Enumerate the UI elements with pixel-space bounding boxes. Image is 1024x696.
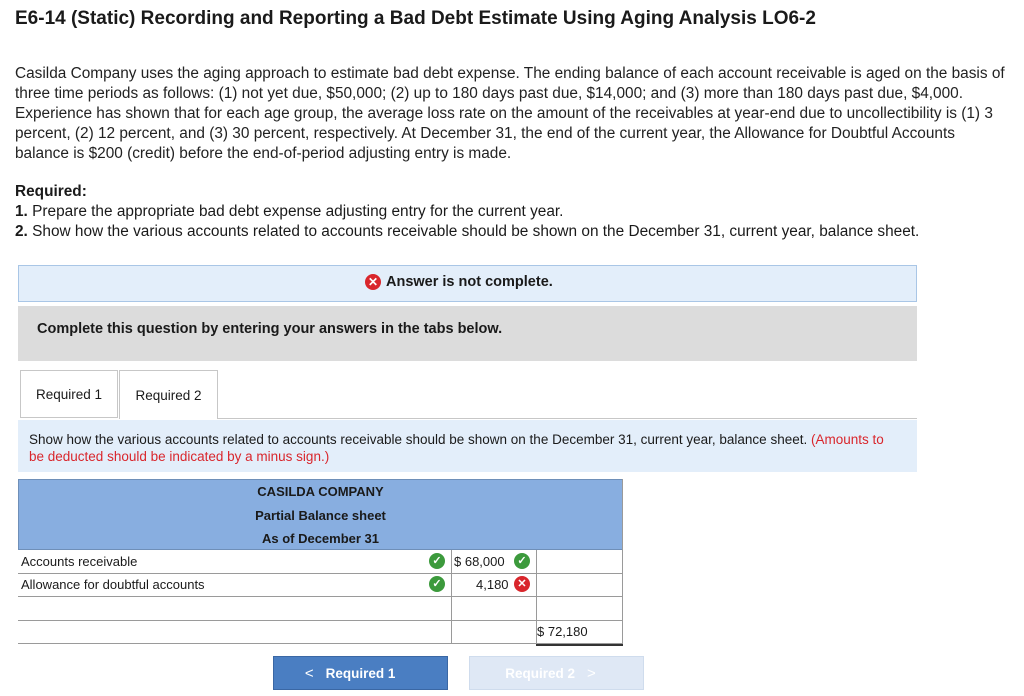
instruction-box: Show how the various accounts related to… bbox=[18, 420, 917, 472]
complete-question-text: Complete this question by entering your … bbox=[37, 321, 503, 337]
required-item-1: 1. Prepare the appropriate bad debt expe… bbox=[15, 203, 563, 221]
required-item-number: 2. bbox=[15, 223, 28, 240]
x-circle-icon: ✕ bbox=[365, 274, 381, 290]
check-icon: ✓ bbox=[429, 576, 445, 592]
company-name: CASILDA COMPANY bbox=[257, 484, 384, 499]
banner-text: Answer is not complete. bbox=[386, 274, 553, 290]
next-button-label: Required 2 bbox=[505, 665, 575, 681]
tab-divider bbox=[218, 418, 917, 419]
check-icon: ✓ bbox=[429, 553, 445, 569]
amount-input[interactable]: 4,180 bbox=[476, 577, 509, 592]
required-heading: Required: bbox=[15, 183, 87, 200]
column-divider bbox=[451, 550, 452, 644]
table-row: Accounts receivable bbox=[18, 550, 623, 573]
row-label: Allowance for doubtful accounts bbox=[21, 577, 205, 592]
statement-name: Partial Balance sheet bbox=[255, 507, 386, 523]
x-circle-icon: ✕ bbox=[514, 576, 530, 592]
table-row[interactable] bbox=[18, 596, 623, 619]
chevron-right-icon: > bbox=[587, 664, 596, 682]
prev-button[interactable]: < Required 1 > bbox=[273, 656, 448, 690]
total-underline bbox=[536, 644, 623, 646]
status-banner: ✕ Answer is not complete. bbox=[18, 265, 917, 302]
table-row: Allowance for doubtful accounts bbox=[18, 573, 623, 596]
page-title: E6-14 (Static) Recording and Reporting a… bbox=[15, 8, 816, 29]
table-row bbox=[18, 620, 623, 643]
problem-text: Casilda Company uses the aging approach … bbox=[15, 65, 1005, 162]
required-item-text: Show how the various accounts related to… bbox=[32, 223, 920, 240]
column-divider bbox=[622, 479, 623, 644]
tab-required-2[interactable]: Required 2 bbox=[119, 370, 218, 419]
balance-sheet-table: CASILDA COMPANY Partial Balance sheet As… bbox=[18, 479, 623, 649]
column-divider bbox=[536, 550, 537, 644]
next-button[interactable]: Required 2 > bbox=[469, 656, 644, 690]
row-divider bbox=[18, 620, 623, 621]
row-divider bbox=[18, 596, 623, 597]
required-item-2: 2. Show how the various accounts related… bbox=[15, 223, 919, 241]
row-divider bbox=[18, 573, 623, 574]
prev-button-label: Required 1 bbox=[325, 665, 396, 681]
required-item-text: Prepare the appropriate bad debt expense… bbox=[32, 203, 564, 220]
chevron-left-icon: < bbox=[304, 664, 314, 682]
instructions-header: Complete this question by entering your … bbox=[18, 306, 917, 361]
required-item-number: 1. bbox=[15, 203, 28, 220]
amount-input[interactable]: $ 68,000 bbox=[454, 554, 505, 569]
check-icon: ✓ bbox=[514, 553, 530, 569]
total-input[interactable]: $ 72,180 bbox=[537, 624, 588, 639]
tab-required-1[interactable]: Required 1 bbox=[20, 370, 118, 418]
instruction-main: Show how the various accounts related to… bbox=[29, 432, 808, 447]
balance-sheet-header: CASILDA COMPANY Partial Balance sheet As… bbox=[18, 479, 623, 550]
statement-date: As of December 31 bbox=[261, 531, 380, 546]
row-label: Accounts receivable bbox=[21, 554, 138, 569]
row-divider bbox=[18, 643, 623, 644]
instruction-text: Show how the various accounts related to… bbox=[29, 431, 899, 465]
